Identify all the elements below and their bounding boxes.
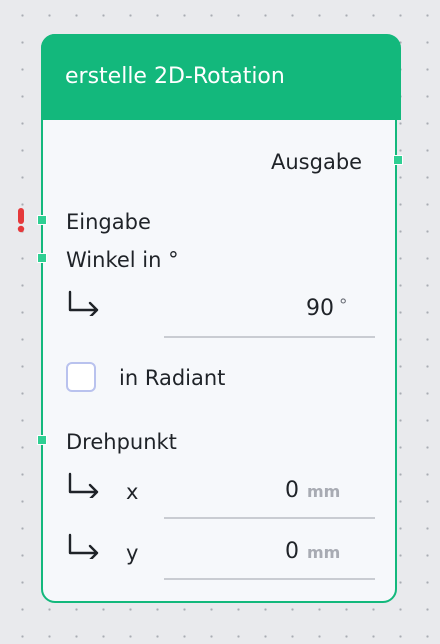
- angle-label: Winkel in °: [66, 248, 179, 272]
- sub-arrow-icon: [68, 472, 99, 498]
- angle-value-input[interactable]: 90: [306, 296, 334, 321]
- pivot-x-unit: mm: [307, 482, 341, 501]
- input-label: Eingabe: [66, 210, 151, 234]
- pivot-y-input[interactable]: 0: [285, 539, 299, 564]
- pivot-label: Drehpunkt: [66, 430, 177, 454]
- output-label: Ausgabe: [271, 150, 363, 174]
- pivot-x-underline: [164, 517, 375, 519]
- angle-value-underline: [164, 336, 375, 338]
- input-port[interactable]: [37, 215, 47, 225]
- sub-arrow-icon: [68, 290, 99, 316]
- pivot-y-unit: mm: [307, 543, 341, 562]
- pivot-x-label: x: [126, 480, 139, 504]
- angle-unit: °: [339, 296, 348, 316]
- node-title: erstelle 2D-Rotation: [65, 64, 285, 89]
- pivot-y-label: y: [126, 541, 139, 565]
- sub-arrow-icon: [68, 533, 99, 559]
- angle-port[interactable]: [37, 253, 47, 263]
- radian-checkbox[interactable]: [66, 362, 96, 392]
- pivot-y-underline: [164, 578, 375, 580]
- exclamation-icon: [17, 208, 25, 233]
- radian-label: in Radiant: [119, 366, 226, 390]
- output-port[interactable]: [393, 155, 403, 165]
- pivot-x-input[interactable]: 0: [285, 478, 299, 503]
- node-header[interactable]: erstelle 2D-Rotation: [41, 34, 401, 120]
- pivot-port[interactable]: [37, 435, 47, 445]
